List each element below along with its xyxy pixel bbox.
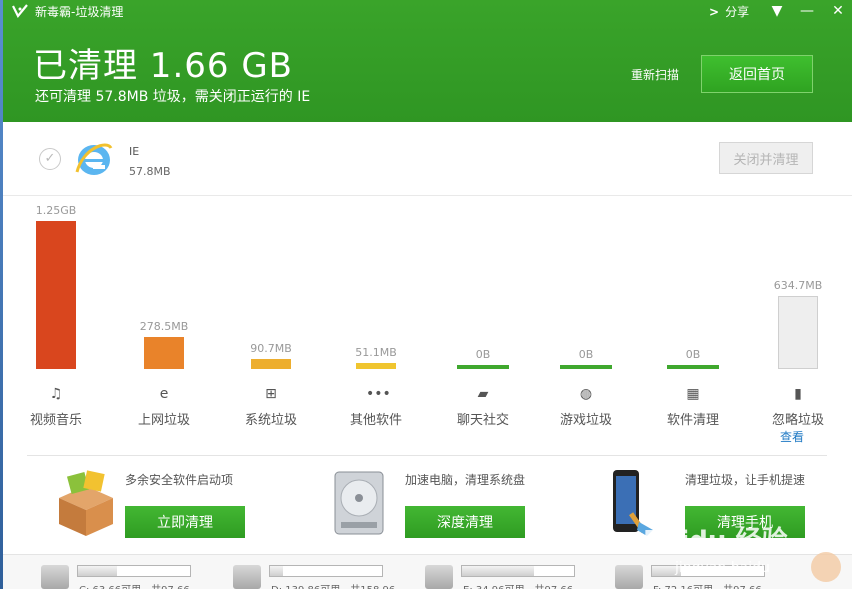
drive-icon xyxy=(425,565,453,589)
drive-space-text: C: 63.66可用，共97.66 xyxy=(79,581,190,589)
header: 新毒霸-垃圾清理 > 分享 ▼ — ✕ 已清理 1.66 GB 还可清理 57.8… xyxy=(3,0,852,122)
chart-bar xyxy=(356,363,396,369)
chat-icon[interactable]: ▰ xyxy=(473,385,493,403)
chart-bar xyxy=(667,365,719,369)
drive-icon xyxy=(615,565,643,589)
return-home-button[interactable]: 返回首页 xyxy=(701,55,813,93)
drive-space-text: F: 72.16可用，共97.66 xyxy=(653,581,762,589)
paw-icon xyxy=(811,552,841,582)
duba-logo-icon xyxy=(12,4,28,19)
chart-value-label: 0B xyxy=(578,348,594,361)
chart-bar xyxy=(778,296,818,369)
close-and-clean-button[interactable]: 关闭并清理 xyxy=(719,142,813,174)
chart-value-label: 278.5MB xyxy=(139,320,189,333)
share-label: 分享 xyxy=(725,5,750,19)
app-window: 新毒霸-垃圾清理 > 分享 ▼ — ✕ 已清理 1.66 GB 还可清理 57.8… xyxy=(3,0,852,589)
chart-value-label: 0B xyxy=(685,348,701,361)
drive-usage-bar xyxy=(461,565,575,577)
divider xyxy=(27,455,827,456)
drive-usage-bar xyxy=(269,565,383,577)
ie-name: IE xyxy=(129,145,140,158)
drive-usage-fill xyxy=(462,566,534,576)
chart-bar xyxy=(457,365,509,369)
drive-icon xyxy=(233,565,261,589)
remaining-subline: 还可清理 57.8MB 垃圾，需关闭正运行的 IE xyxy=(35,89,311,105)
chart-bar xyxy=(144,337,184,369)
drive-space-text: D: 139.86可用，共158.96 xyxy=(271,581,395,589)
drive-usage-fill xyxy=(270,566,283,576)
ie-icon xyxy=(75,143,113,175)
chart-category-label[interactable]: 忽略垃圾 xyxy=(748,409,848,428)
harddisk-icon xyxy=(334,471,384,535)
chart-category-label[interactable]: 游戏垃圾 xyxy=(536,409,636,428)
promo-desc-startup: 多余安全软件启动项 xyxy=(125,473,234,487)
chart-category-label[interactable]: 系统垃圾 xyxy=(221,409,321,428)
ie-size: 57.8MB xyxy=(129,165,171,178)
chart-value-label: 90.7MB xyxy=(250,342,292,355)
chart-bar xyxy=(36,221,76,369)
chart-bar xyxy=(560,365,612,369)
check-icon[interactable]: ✓ xyxy=(39,148,61,170)
rescan-link[interactable]: 重新扫描 xyxy=(631,66,679,83)
box-icon xyxy=(59,470,113,536)
minimize-icon[interactable]: — xyxy=(798,2,816,20)
chart-category-label[interactable]: 上网垃圾 xyxy=(114,409,214,428)
share-chevron-icon: > xyxy=(709,5,720,19)
cleaned-headline: 已清理 1.66 GB xyxy=(33,46,293,86)
share-button[interactable]: > 分享 xyxy=(709,3,749,20)
windows-icon[interactable]: ⊞ xyxy=(261,385,281,403)
promo-desc-disk: 加速电脑，清理系统盘 xyxy=(405,473,526,487)
chart-value-label: 1.25GB xyxy=(35,204,77,217)
chart-bar xyxy=(251,359,291,369)
trash-icon[interactable]: ▮ xyxy=(788,385,808,403)
chart-value-label: 0B xyxy=(475,348,491,361)
promo-desc-phone: 清理垃圾，让手机提速 xyxy=(685,473,806,487)
baidu-watermark: Baidu 经验 xyxy=(643,526,788,556)
drive-icon xyxy=(41,565,69,589)
chart-value-label: 51.1MB xyxy=(355,346,397,359)
chart-category-label[interactable]: 软件清理 xyxy=(643,409,743,428)
view-ignored-link[interactable]: 查看 xyxy=(780,428,804,445)
window-title: 新毒霸-垃圾清理 xyxy=(35,5,124,19)
baidu-watermark-url: jingyan.baidu xyxy=(675,560,770,576)
drive-usage-fill xyxy=(78,566,117,576)
chart-value-label: 634.7MB xyxy=(773,279,823,292)
software-icon[interactable]: ▦ xyxy=(683,385,703,403)
chart-category-label[interactable]: 其他软件 xyxy=(326,409,426,428)
music-icon[interactable]: ♫ xyxy=(46,385,66,403)
ie-icon[interactable]: e xyxy=(154,385,174,403)
gamepad-icon[interactable]: ◍ xyxy=(576,385,596,403)
drive-space-text: E: 34.96可用，共97.66 xyxy=(463,581,573,589)
clean-now-button[interactable]: 立即清理 xyxy=(125,506,245,538)
titlebar[interactable]: 新毒霸-垃圾清理 > 分享 ▼ — ✕ xyxy=(3,0,852,24)
deep-clean-button[interactable]: 深度清理 xyxy=(405,506,525,538)
menu-dropdown-icon[interactable]: ▼ xyxy=(768,2,786,20)
chart-category-label[interactable]: 视频音乐 xyxy=(6,409,106,428)
drive-usage-bar xyxy=(77,565,191,577)
close-icon[interactable]: ✕ xyxy=(829,2,847,20)
more-dots-icon[interactable]: ••• xyxy=(366,385,391,403)
junk-chart: 1.25GB ♫ 视频音乐 278.5MB e 上网垃圾 90.7MB ⊞ 系统垃圾 51.1MB… xyxy=(3,197,852,437)
chart-category-label[interactable]: 聊天社交 xyxy=(433,409,533,428)
